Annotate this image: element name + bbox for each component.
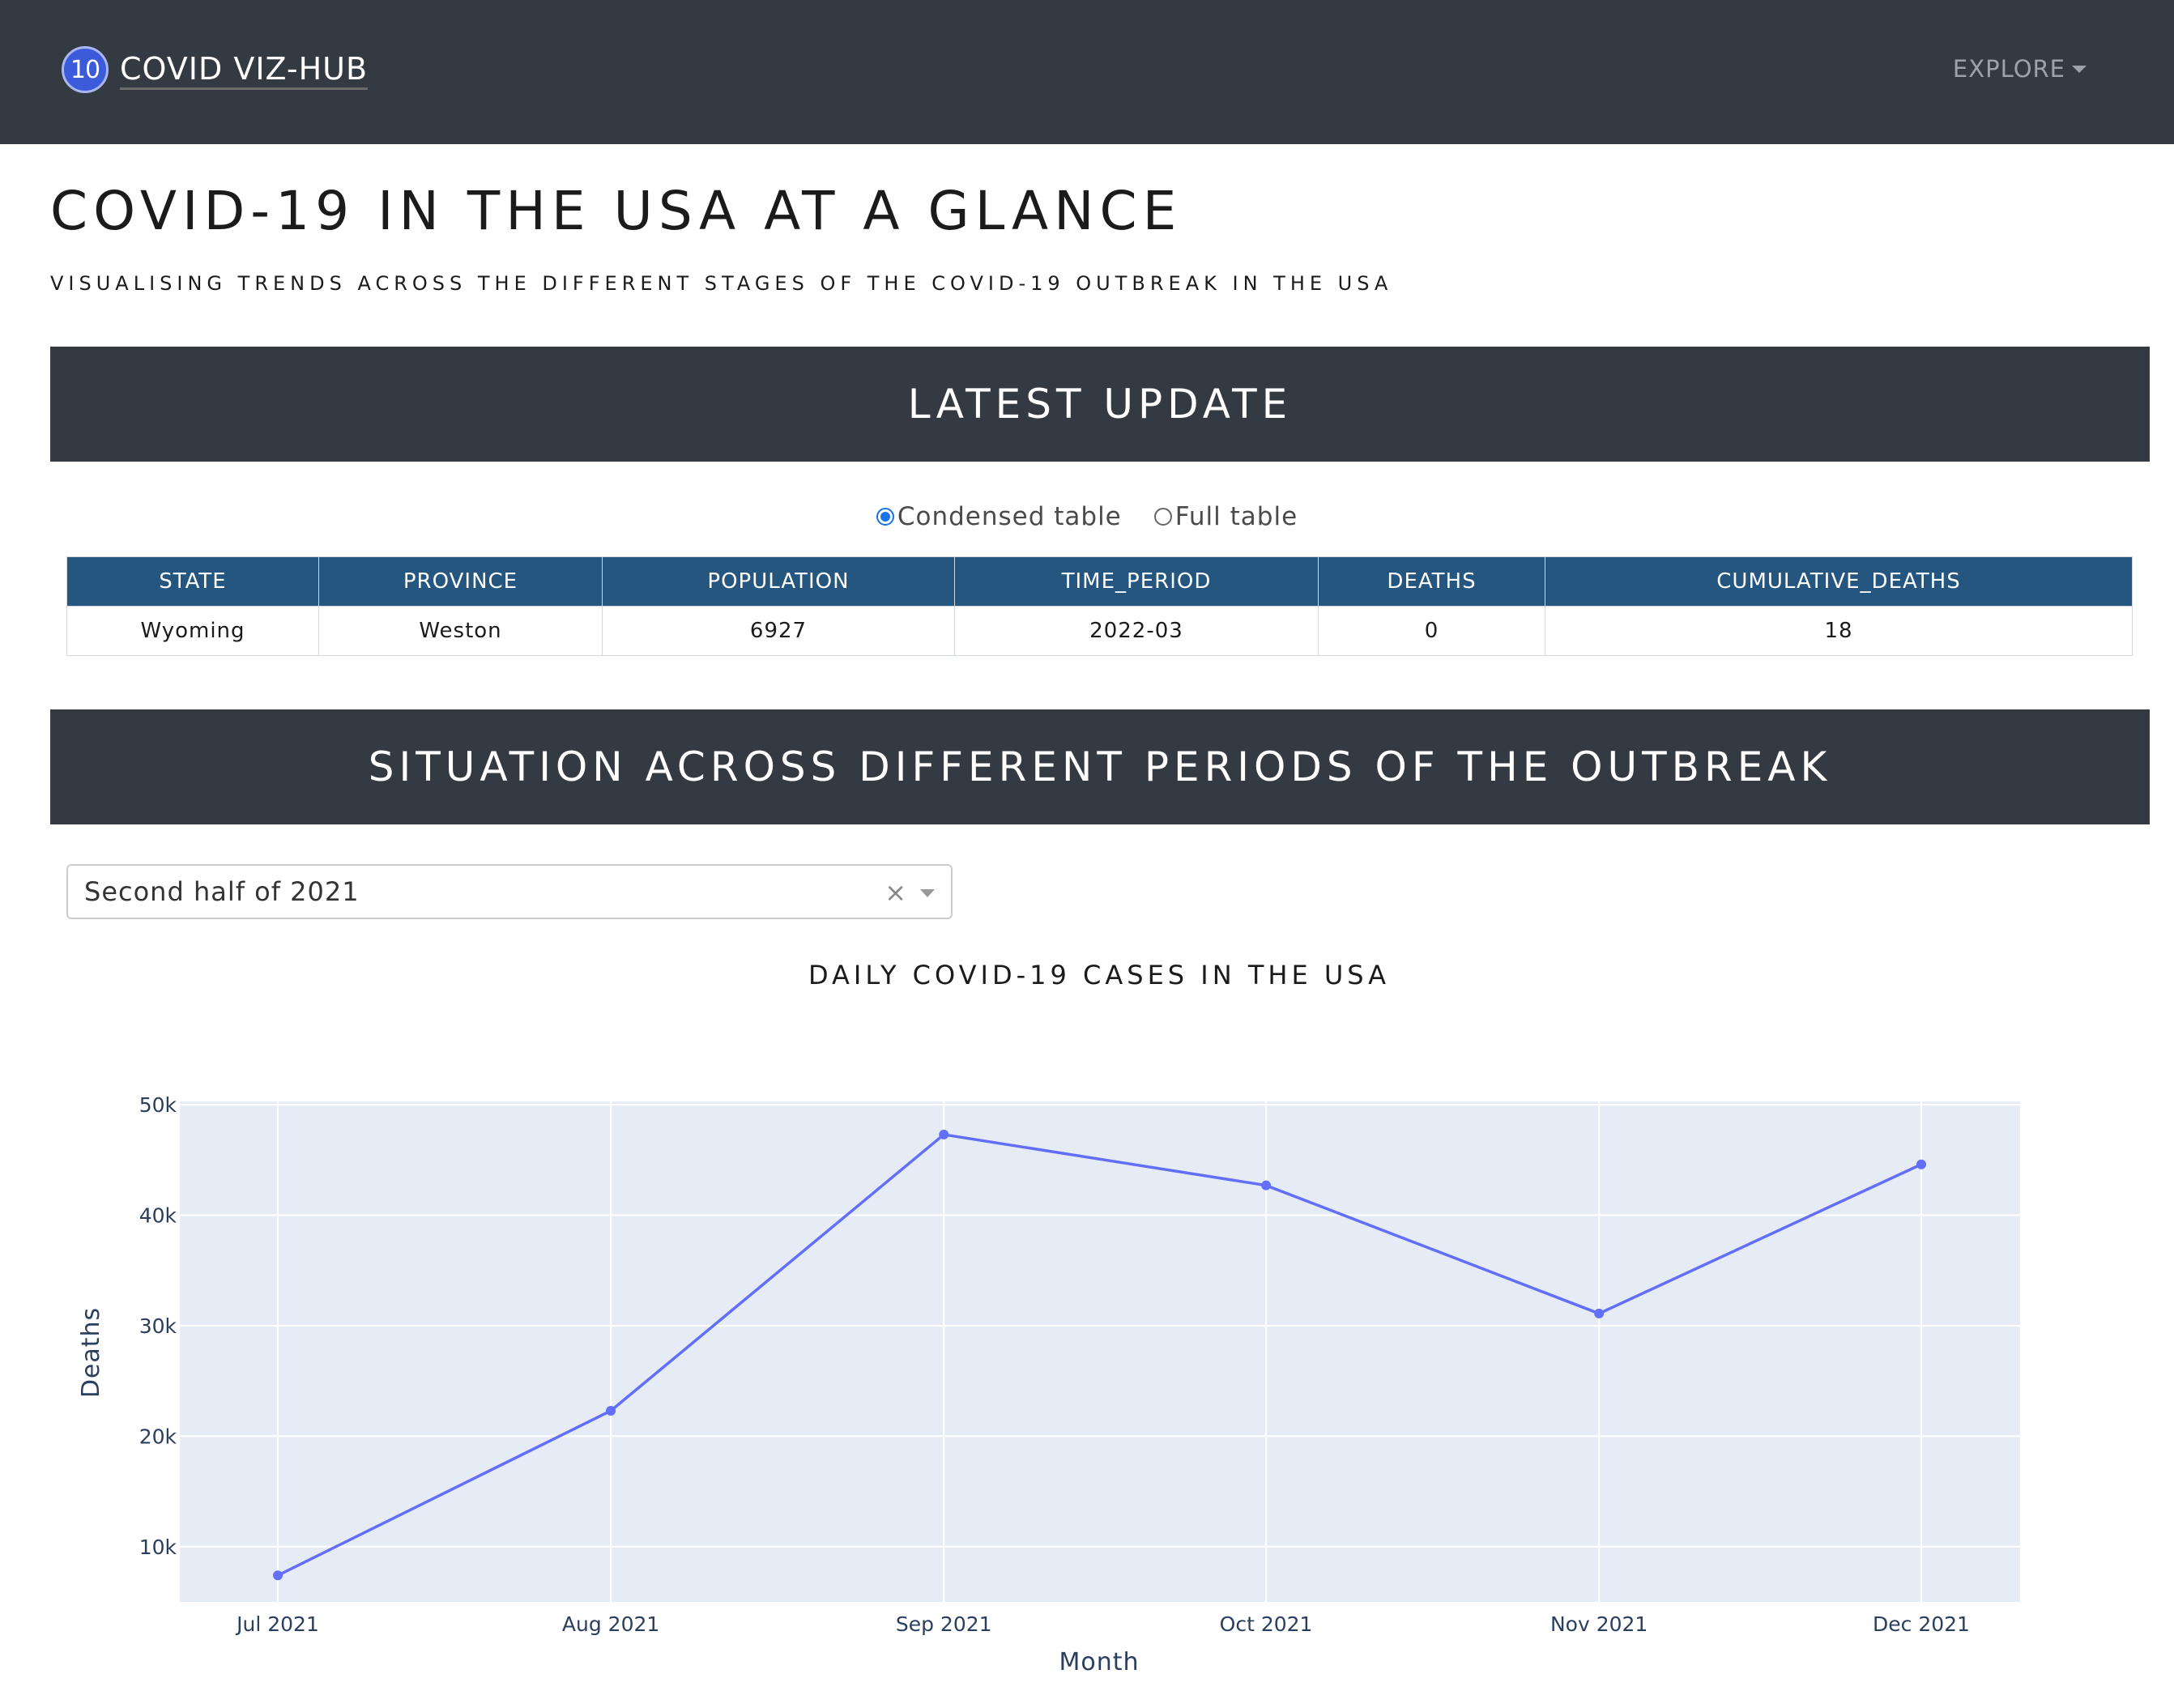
radio-unchecked-icon[interactable] [1153,508,1172,526]
data-point[interactable] [939,1129,949,1139]
y-tick-label: 30k [139,1314,177,1338]
chart-title: DAILY COVID-19 CASES IN THE USA [808,960,1390,990]
chart-svg: DAILY COVID-19 CASES IN THE USA 10k 20k 30… [77,960,2020,1676]
data-point[interactable] [606,1405,616,1416]
table-cell[interactable]: 2022-03 [954,606,1319,656]
plot-area [180,1101,2020,1602]
y-tick-label: 10k [139,1535,177,1559]
latest-update-heading: LATEST UPDATE [50,347,2150,462]
x-tick-label: Jul 2021 [235,1612,319,1636]
column-header[interactable]: CUMULATIVE_DEATHS [1545,556,2133,607]
brand-link[interactable]: 10 COVID VIZ-HUB [62,44,369,96]
y-axis-label: Deaths [77,1307,105,1398]
x-tick-label: Aug 2021 [562,1612,659,1636]
radio-full-label: Full table [1174,502,1298,531]
table-header-row: STATE PROVINCE POPULATION TIME_PERIOD DE… [66,556,2133,607]
y-tick-label: 50k [139,1093,177,1117]
radio-condensed-table[interactable]: Condensed table [876,502,1122,531]
period-select-value: Second half of 2021 [84,876,360,907]
deaths-line-chart: DAILY COVID-19 CASES IN THE USA 10k 20k 30… [0,939,2174,1705]
data-point[interactable] [1261,1180,1272,1190]
navbar: 10 COVID VIZ-HUB EXPLORE [0,0,2174,144]
column-header[interactable]: TIME_PERIOD [954,556,1319,607]
table-mode-radio-group: Condensed table Full table [0,502,2174,531]
x-tick-label: Nov 2021 [1550,1612,1648,1636]
column-header[interactable]: STATE [66,556,319,607]
table-cell[interactable]: 18 [1545,606,2133,656]
data-point[interactable] [1916,1159,1926,1169]
chevron-down-icon[interactable] [920,889,935,897]
page-title: COVID-19 IN THE USA AT A GLANCE [50,180,1183,242]
periods-heading: SITUATION ACROSS DIFFERENT PERIODS OF TH… [50,709,2150,824]
column-header[interactable]: POPULATION [602,556,955,607]
table-cell[interactable]: 6927 [602,606,955,656]
caret-down-icon [2072,65,2087,73]
y-tick-label: 40k [139,1204,177,1228]
column-header[interactable]: PROVINCE [318,556,603,607]
data-point[interactable] [1594,1308,1605,1318]
x-tick-label: Dec 2021 [1873,1612,1970,1636]
x-tick-label: Sep 2021 [896,1612,992,1636]
clear-icon[interactable]: × [885,877,907,908]
y-tick-label: 20k [139,1425,177,1448]
brand-title: COVID VIZ-HUB [120,50,369,90]
table-cell[interactable]: Wyoming [66,606,319,656]
data-point[interactable] [273,1570,283,1581]
x-tick-label: Oct 2021 [1220,1612,1313,1636]
brand-logo-icon: 10 [62,46,109,93]
table-cell[interactable]: 0 [1318,606,1545,656]
radio-checked-icon[interactable] [876,508,894,526]
table-row: Wyoming Weston 6927 2022-03 0 18 [66,606,2133,656]
column-header[interactable]: DEATHS [1318,556,1545,607]
latest-update-table: STATE PROVINCE POPULATION TIME_PERIOD DE… [66,556,2133,656]
explore-label: EXPLORE [1952,55,2065,83]
period-select[interactable]: Second half of 2021 × [66,864,953,919]
explore-dropdown[interactable]: EXPLORE [1953,55,2087,83]
radio-full-table[interactable]: Full table [1153,502,1298,531]
radio-condensed-label: Condensed table [897,502,1122,531]
page-subtitle: VISUALISING TRENDS ACROSS THE DIFFERENT … [50,272,1393,295]
x-axis-label: Month [1059,1648,1139,1676]
table-cell[interactable]: Weston [318,606,603,656]
